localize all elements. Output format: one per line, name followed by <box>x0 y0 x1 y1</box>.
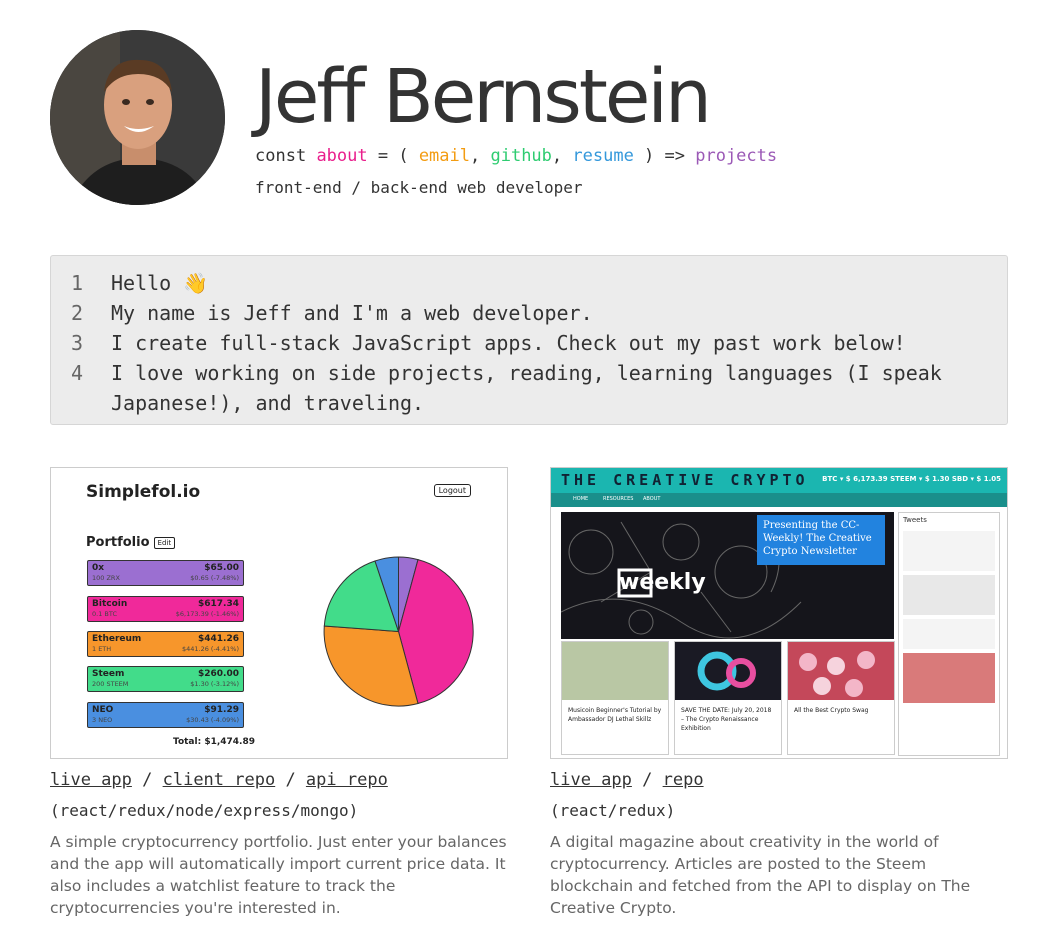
coin-value: $260.00 <box>198 669 239 679</box>
code-comma: , <box>551 146 573 166</box>
card-title: Musicoin Beginner's Tutorial by Ambassad… <box>568 707 662 723</box>
cc-logo: THE CREATIVE CRYPTO <box>561 471 809 489</box>
intro-code-box: 1 Hello 👋 2 My name is Jeff and I'm a we… <box>50 255 1008 425</box>
avatar <box>50 30 225 205</box>
coin-value: $91.29 <box>204 705 239 715</box>
tweets-title: Tweets <box>903 516 927 524</box>
resume-link[interactable]: resume <box>572 146 633 166</box>
repo-link[interactable]: repo <box>663 770 704 790</box>
client-repo-link[interactable]: client repo <box>163 770 276 790</box>
line-number: 2 <box>70 301 84 325</box>
coin-card: Ethereum $441.26 1 ETH $441.26 (-4.41%) <box>87 631 244 657</box>
edit-button: Edit <box>153 536 176 549</box>
live-app-link[interactable]: live app <box>550 770 632 790</box>
code-text: I create full-stack JavaScript apps. Che… <box>111 331 906 355</box>
coin-name: NEO <box>92 705 114 715</box>
coin-card: NEO $91.29 3 NEO $30.43 (-4.09%) <box>87 702 244 728</box>
github-link[interactable]: github <box>490 146 551 166</box>
line-number: 1 <box>70 271 84 295</box>
project-screenshot-creative-crypto[interactable]: THE CREATIVE CRYPTO BTC ▾ $ 6,173.39 STE… <box>550 467 1008 759</box>
cc-weekly-logo: weekly <box>619 570 706 595</box>
tweet-image <box>903 575 995 615</box>
card-title: SAVE THE DATE: July 20, 2018 – The Crypt… <box>681 707 772 732</box>
code-row: 3 I create full-stack JavaScript apps. C… <box>51 328 1007 358</box>
link-separator: / <box>275 770 306 790</box>
coin-change: $6,173.39 (-1.46%) <box>175 610 239 618</box>
cc-tweets-panel: Tweets <box>898 512 1000 756</box>
coin-card: 0x $65.00 100 ZRX $0.65 (-7.48%) <box>87 560 244 586</box>
cc-nav-item: HOME <box>573 496 589 502</box>
simplefolio-brand: Simplefol.io <box>86 482 201 502</box>
project-links-creative-crypto: live app / repo <box>550 770 704 790</box>
card-image <box>562 642 668 700</box>
card-image <box>675 642 781 700</box>
card-image <box>788 642 894 700</box>
coin-card: Bitcoin $617.34 0.1 BTC $6,173.39 (-1.46%) <box>87 596 244 622</box>
about-link[interactable]: about <box>316 146 367 166</box>
portfolio-total: Total: $1,474.89 <box>173 737 255 747</box>
coin-value: $65.00 <box>204 563 239 573</box>
project-links-simplefolio: live app / client repo / api repo <box>50 770 388 790</box>
line-number: 4 <box>70 361 84 385</box>
page-title: Jeff Bernstein <box>255 54 712 140</box>
cc-header-bar: THE CREATIVE CRYPTO BTC ▾ $ 6,173.39 STE… <box>551 468 1007 493</box>
coin-amount: 1 ETH <box>92 645 112 653</box>
cc-prices: BTC ▾ $ 6,173.39 STEEM ▾ $ 1.30 SBD ▾ $ … <box>822 475 1001 483</box>
cc-article-card: All the Best Crypto Swag <box>787 641 895 755</box>
logout-button: Logout <box>433 484 471 497</box>
code-text: Hello 👋 <box>111 271 209 295</box>
project-description: A simple cryptocurrency portfolio. Just … <box>50 833 507 917</box>
cc-nav-item: ABOUT <box>643 496 661 502</box>
project-description: A digital magazine about creativity in t… <box>550 833 971 917</box>
card-title: All the Best Crypto Swag <box>794 707 869 714</box>
code-row: 1 Hello 👋 <box>51 268 1007 298</box>
coin-change: $441.26 (-4.41%) <box>181 645 239 653</box>
tweet-item <box>903 531 995 571</box>
coin-name: Bitcoin <box>92 599 128 609</box>
cc-nav: HOME RESOURCES ABOUT <box>551 493 1007 507</box>
coin-change: $0.65 (-7.48%) <box>190 574 239 582</box>
api-repo-link[interactable]: api repo <box>306 770 388 790</box>
profile-code-line: const about = ( email, github, resume ) … <box>255 146 777 166</box>
coin-change: $30.43 (-4.09%) <box>186 716 239 724</box>
coin-name: Ethereum <box>92 634 142 644</box>
cc-article-card: Musicoin Beginner's Tutorial by Ambassad… <box>561 641 669 755</box>
code-const: const <box>255 146 307 166</box>
code-arrow: ) => <box>633 146 696 166</box>
projects-link[interactable]: projects <box>695 146 777 166</box>
project-tech-stack: (react/redux) <box>550 801 676 820</box>
code-comma: , <box>470 146 491 166</box>
link-separator: / <box>631 770 663 790</box>
project-screenshot-simplefolio[interactable]: Simplefol.io Logout Portfolio Edit 0x $65.… <box>50 467 508 759</box>
coin-amount: 3 NEO <box>92 716 113 724</box>
coin-change: $1.30 (-3.12%) <box>190 680 239 688</box>
coin-amount: 0.1 BTC <box>92 610 117 618</box>
coin-value: $441.26 <box>198 634 239 644</box>
portfolio-heading: Portfolio Edit <box>86 535 176 550</box>
cc-nav-item: RESOURCES <box>603 496 634 502</box>
portfolio-label: Portfolio <box>86 535 150 550</box>
cc-feature-title: Presenting the CC-Weekly! The Creative C… <box>757 515 885 565</box>
tweet-item <box>903 619 995 649</box>
code-text: My name is Jeff and I'm a web developer. <box>111 301 593 325</box>
coin-amount: 100 ZRX <box>92 574 120 582</box>
coin-card: Steem $260.00 200 STEEM $1.30 (-3.12%) <box>87 666 244 692</box>
link-separator: / <box>131 770 163 790</box>
project-tech-stack: (react/redux/node/express/mongo) <box>50 801 359 820</box>
tweet-image <box>903 653 995 703</box>
code-row: 2 My name is Jeff and I'm a web develope… <box>51 298 1007 328</box>
cc-article-card: SAVE THE DATE: July 20, 2018 – The Crypt… <box>674 641 782 755</box>
code-eq: = ( <box>367 146 419 166</box>
coin-amount: 200 STEEM <box>92 680 129 688</box>
code-text: I love working on side projects, reading… <box>111 361 942 415</box>
coin-value: $617.34 <box>198 599 239 609</box>
live-app-link[interactable]: live app <box>50 770 132 790</box>
coin-name: Steem <box>92 669 125 679</box>
line-number: 3 <box>70 331 84 355</box>
coin-name: 0x <box>92 563 105 573</box>
email-link[interactable]: email <box>419 146 470 166</box>
code-row: 4 I love working on side projects, readi… <box>51 358 1007 418</box>
portfolio-pie-chart <box>323 556 474 707</box>
subtitle: front-end / back-end web developer <box>255 178 583 197</box>
